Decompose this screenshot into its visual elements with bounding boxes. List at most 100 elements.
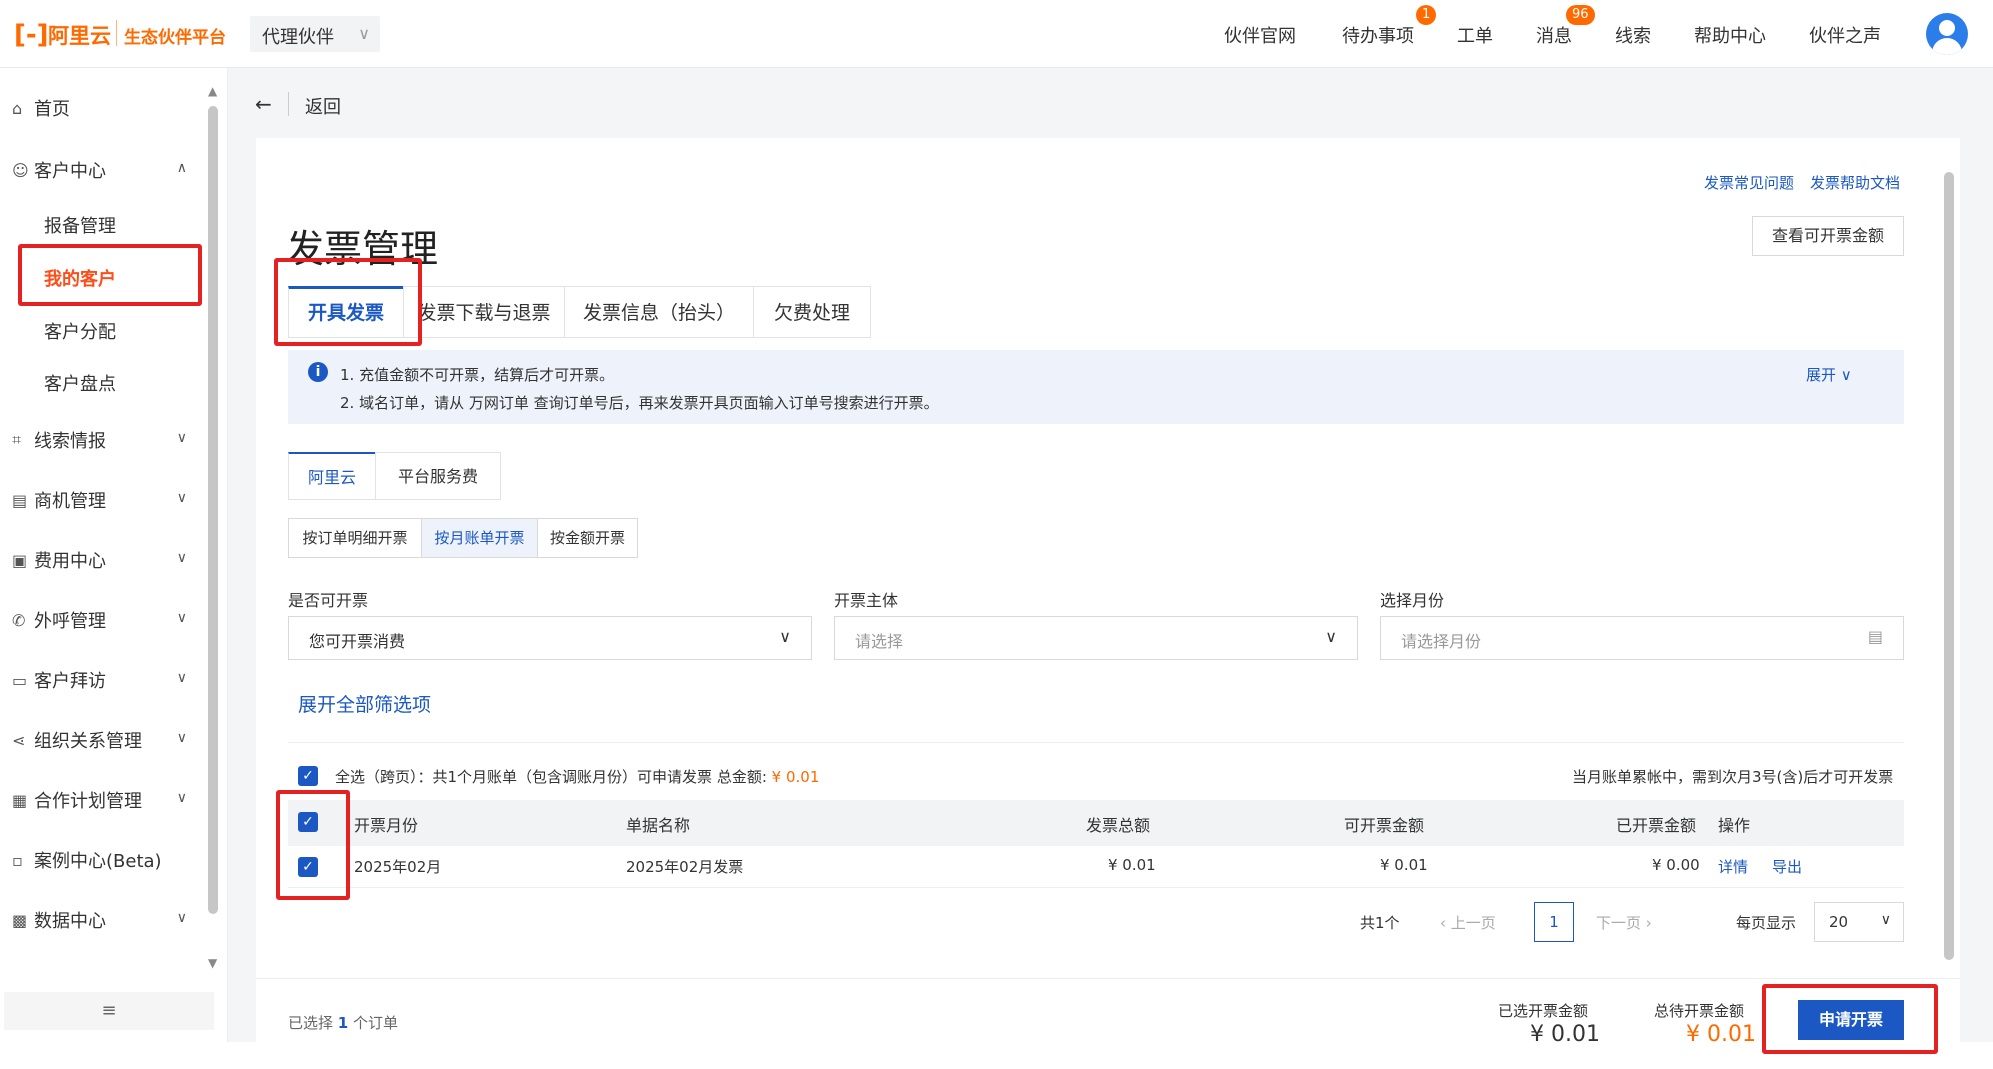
- sidebar-item-data-center[interactable]: ▩ 数据中心 ∨: [12, 900, 187, 940]
- info-icon: i: [308, 362, 328, 382]
- mode-by-month-button[interactable]: 按月账单开票: [421, 518, 538, 558]
- sidebar-subitem-customer-assign[interactable]: 客户分配: [44, 318, 116, 344]
- sidebar-item-label: 外呼管理: [34, 611, 106, 632]
- cell-month: 2025年02月: [354, 858, 442, 876]
- nav-partner-site[interactable]: 伙伴官网: [1224, 22, 1296, 48]
- sidebar-item-label: 案例中心(Beta): [34, 851, 162, 872]
- nav-todo[interactable]: 待办事项: [1342, 22, 1414, 48]
- chevron-down-icon: ∨: [176, 610, 187, 626]
- case-icon: ▫: [12, 850, 23, 870]
- export-link[interactable]: 导出: [1772, 856, 1802, 877]
- chevron-down-icon: ∨: [779, 627, 791, 646]
- selected-amount-label: 已选开票金额: [1498, 1002, 1589, 1020]
- sidebar-scrollbar[interactable]: [208, 106, 218, 914]
- notice-line: 1. 充值金额不可开票，结算后才可开票。: [340, 366, 615, 384]
- nav-leads[interactable]: 线索: [1615, 22, 1651, 48]
- per-page-label: 每页显示: [1736, 914, 1797, 932]
- view-invoiceable-amount-button[interactable]: 查看可开票金额: [1752, 216, 1904, 256]
- select-all-checkbox[interactable]: ✓: [298, 766, 318, 786]
- sidebar-item-outbound-call[interactable]: ✆ 外呼管理 ∨: [12, 600, 187, 640]
- highlight-box-my-customers: [18, 244, 202, 306]
- share-icon: ⋖: [12, 730, 26, 750]
- chevron-down-icon: ∨: [176, 670, 187, 686]
- notice-expand-link[interactable]: 展开 ∨: [1806, 364, 1852, 385]
- sidebar-item-case-center[interactable]: ▫ 案例中心(Beta): [12, 840, 187, 880]
- th-name: 单据名称: [626, 816, 691, 835]
- nav-partner-voice[interactable]: 伙伴之声: [1809, 22, 1881, 48]
- nav-ticket[interactable]: 工单: [1457, 22, 1493, 48]
- back-divider: [288, 92, 289, 116]
- sidebar-item-label: 数据中心: [34, 911, 106, 932]
- sidebar-item-cooperation-plan[interactable]: ▦ 合作计划管理 ∨: [12, 780, 187, 820]
- content-scrollbar[interactable]: [1944, 172, 1954, 960]
- per-page-select[interactable]: 20 ∨: [1814, 902, 1904, 942]
- notice-line: 2. 域名订单，请从 万网订单 查询订单号后，再来发票开具页面输入订单号搜索进行…: [340, 394, 939, 412]
- sidebar-item-label: 首页: [34, 99, 70, 120]
- highlight-box-issue-tab: [274, 258, 422, 346]
- per-page-value: 20: [1829, 913, 1849, 931]
- select-placeholder: 请选择月份: [1401, 632, 1482, 651]
- chevron-down-icon: ∨: [176, 490, 187, 506]
- role-select[interactable]: 代理伙伴 ∨: [250, 16, 380, 52]
- selected-amount-value: ¥ 0.01: [1530, 1022, 1600, 1047]
- leads-icon: ⌗: [12, 430, 22, 449]
- sidebar-collapse-button[interactable]: ≡: [4, 992, 214, 1030]
- page-1-button[interactable]: 1: [1534, 902, 1574, 942]
- sidebar-item-leads-intel[interactable]: ⌗ 线索情报 ∨: [12, 420, 187, 460]
- entity-select[interactable]: 请选择 ∨: [834, 616, 1358, 660]
- chevron-down-icon: ∨: [176, 790, 187, 806]
- cell-total: ¥ 0.01: [1108, 856, 1156, 874]
- tab-download-refund[interactable]: 发票下载与退票: [403, 286, 565, 338]
- sidebar-item-org-relations[interactable]: ⋖ 组织关系管理 ∨: [12, 720, 187, 760]
- chevron-down-icon: ∨: [1325, 627, 1337, 646]
- sidebar-item-label: 费用中心: [34, 551, 106, 572]
- prev-page-button[interactable]: ‹ 上一页: [1440, 912, 1496, 933]
- expand-all-filters-link[interactable]: 展开全部筛选项: [298, 690, 431, 717]
- month-picker[interactable]: 请选择月份 ▤: [1380, 616, 1904, 660]
- sidebar-item-cost-center[interactable]: ▣ 费用中心 ∨: [12, 540, 187, 580]
- invoice-help-doc-link[interactable]: 发票帮助文档: [1810, 172, 1900, 193]
- sidebar-subitem-filing[interactable]: 报备管理: [44, 212, 116, 238]
- subtab-aliyun[interactable]: 阿里云: [288, 452, 376, 500]
- pending-amount-label: 总待开票金额: [1654, 1002, 1745, 1020]
- invoice-panel: [256, 138, 1960, 1042]
- sidebar-item-opportunities[interactable]: ▤ 商机管理 ∨: [12, 480, 187, 520]
- calendar-icon: ▤: [1867, 627, 1883, 646]
- aliyun-logo-icon[interactable]: [-]: [14, 22, 49, 48]
- sidebar-item-home[interactable]: ⌂ 首页: [12, 88, 187, 128]
- scroll-down-icon[interactable]: ▼: [208, 956, 217, 970]
- sidebar-item-label: 线索情报: [34, 431, 106, 452]
- cell-available: ¥ 0.01: [1380, 856, 1428, 874]
- chevron-down-icon: ∨: [176, 430, 187, 446]
- next-page-button[interactable]: 下一页 ›: [1596, 912, 1652, 933]
- scroll-up-icon[interactable]: ▲: [208, 84, 217, 98]
- subtab-platform-fee[interactable]: 平台服务费: [375, 452, 501, 500]
- sidebar-subitem-customer-inventory[interactable]: 客户盘点: [44, 370, 116, 396]
- sidebar-item-label: 合作计划管理: [34, 791, 142, 812]
- th-total: 发票总额: [1086, 816, 1151, 835]
- sidebar-item-label: 客户中心: [34, 161, 106, 182]
- logo-text[interactable]: 阿里云: [48, 20, 111, 50]
- th-available: 可开票金额: [1344, 816, 1425, 835]
- nav-messages[interactable]: 消息: [1536, 22, 1572, 48]
- chevron-down-icon: ∨: [176, 910, 187, 926]
- phone-icon: ✆: [12, 610, 26, 630]
- detail-link[interactable]: 详情: [1718, 856, 1748, 877]
- back-arrow-icon[interactable]: ←: [255, 92, 272, 116]
- mode-by-order-button[interactable]: 按订单明细开票: [288, 518, 422, 558]
- mode-by-amount-button[interactable]: 按金额开票: [537, 518, 638, 558]
- avatar[interactable]: [1926, 13, 1968, 55]
- invoiceable-select[interactable]: 您可开票消费 ∨: [288, 616, 812, 660]
- sidebar-item-customer-visit[interactable]: ▭ 客户拜访 ∨: [12, 660, 187, 700]
- sidebar-item-customer-center[interactable]: ☺ 客户中心 ∧: [12, 150, 187, 190]
- nav-help-center[interactable]: 帮助中心: [1694, 22, 1766, 48]
- tab-invoice-info[interactable]: 发票信息（抬头）: [564, 286, 754, 338]
- back-link[interactable]: 返回: [305, 93, 341, 119]
- chevron-down-icon: ∨: [358, 24, 370, 43]
- highlight-box-apply-button: [1762, 984, 1938, 1054]
- chevron-down-icon: ∨: [176, 550, 187, 566]
- invoice-faq-link[interactable]: 发票常见问题: [1704, 172, 1794, 193]
- selected-count-text: 已选择 1 个订单: [288, 1014, 399, 1032]
- calendar-icon: ▭: [12, 670, 28, 690]
- tab-arrears[interactable]: 欠费处理: [753, 286, 871, 338]
